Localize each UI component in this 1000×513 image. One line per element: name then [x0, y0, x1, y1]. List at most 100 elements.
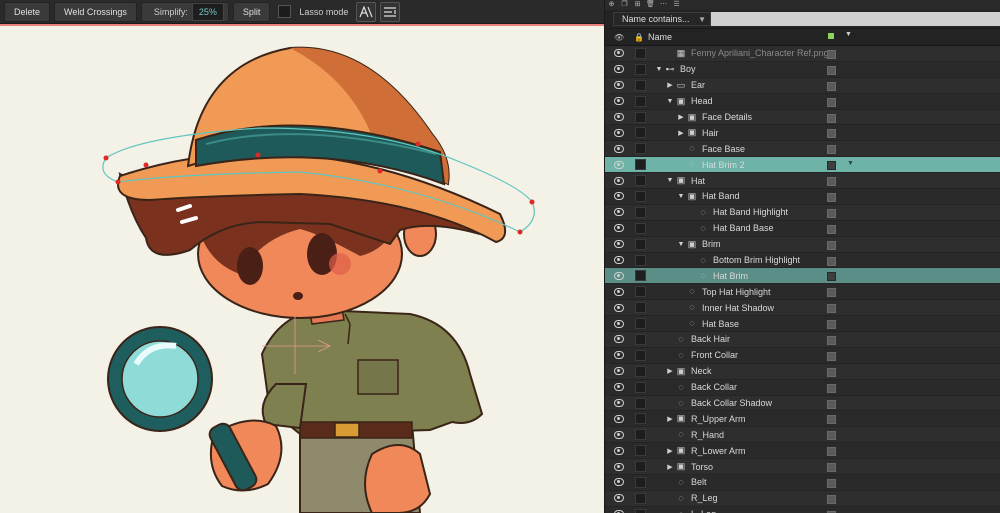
collapse-arrow-icon[interactable]: ▶: [665, 367, 675, 375]
lasso-mode-checkbox[interactable]: [278, 5, 292, 18]
visibility-eye-icon[interactable]: [614, 430, 624, 439]
lock-toggle[interactable]: [635, 381, 646, 393]
visibility-eye-icon[interactable]: [614, 335, 624, 344]
collapse-arrow-icon[interactable]: ▶: [676, 129, 686, 137]
visibility-eye-icon[interactable]: [614, 128, 624, 137]
layer-color-swatch[interactable]: [827, 415, 836, 425]
layer-row[interactable]: ▼ ▣ Hat Band: [605, 189, 1000, 205]
layer-row[interactable]: ▼ ⊷ Boy: [605, 61, 1000, 78]
visibility-eye-icon[interactable]: [614, 303, 624, 312]
visibility-eye-icon[interactable]: [614, 446, 624, 455]
lock-toggle[interactable]: [635, 175, 646, 187]
visibility-eye-icon[interactable]: [614, 81, 624, 90]
lock-toggle[interactable]: [635, 143, 646, 155]
collapse-arrow-icon[interactable]: ▶: [665, 447, 675, 455]
layer-row[interactable]: ▶ ▣ Neck: [605, 363, 1000, 380]
visibility-eye-icon[interactable]: [614, 97, 624, 106]
expand-arrow-icon[interactable]: ▼: [676, 193, 686, 200]
visibility-eye-icon[interactable]: [614, 367, 624, 376]
drawing-canvas[interactable]: [0, 24, 604, 513]
lock-toggle[interactable]: [635, 397, 646, 409]
collapse-arrow-icon[interactable]: ▶: [665, 463, 675, 471]
visibility-eye-icon[interactable]: [614, 256, 624, 265]
lock-toggle[interactable]: [635, 254, 646, 266]
layer-color-swatch[interactable]: [827, 145, 836, 155]
path-tool-icon[interactable]: [356, 1, 377, 22]
visibility-eye-icon[interactable]: [614, 160, 624, 169]
layer-color-swatch[interactable]: [827, 208, 836, 218]
layer-row[interactable]: ◌ Hat Band Highlight: [605, 204, 1000, 221]
layer-row[interactable]: ◌ Back Collar: [605, 379, 1000, 396]
lock-toggle[interactable]: [635, 365, 646, 377]
layer-color-swatch[interactable]: [827, 161, 836, 171]
visibility-eye-icon[interactable]: [614, 462, 624, 471]
layer-color-swatch[interactable]: [827, 399, 836, 409]
layer-row[interactable]: ▶ ▭ Ear: [605, 77, 1000, 94]
layer-color-swatch[interactable]: [827, 367, 836, 377]
layer-row[interactable]: ▶ ▣ R_Lower Arm: [605, 443, 1000, 460]
layer-color-swatch[interactable]: [827, 256, 836, 266]
layer-row[interactable]: ▼ ▣ Brim: [605, 236, 1000, 253]
layer-row[interactable]: ◌ Top Hat Highlight: [605, 284, 1000, 301]
layer-color-swatch[interactable]: [827, 494, 836, 504]
layer-color-swatch[interactable]: [827, 288, 836, 298]
layer-row[interactable]: ▶ ▣ Torso: [605, 459, 1000, 476]
lock-toggle[interactable]: [635, 318, 646, 330]
layer-color-swatch[interactable]: [827, 304, 836, 314]
lock-toggle[interactable]: [635, 286, 646, 298]
layer-color-swatch[interactable]: [827, 113, 836, 123]
visibility-eye-icon[interactable]: [614, 65, 624, 74]
layer-row[interactable]: ◌ Back Hair: [605, 332, 1000, 348]
layer-color-swatch[interactable]: [827, 224, 836, 234]
visibility-eye-icon[interactable]: [614, 414, 624, 423]
layer-row[interactable]: ◌ Hat Brim 2 ▼: [605, 157, 1000, 174]
filter-input[interactable]: [711, 12, 1000, 26]
split-button[interactable]: Split: [232, 1, 271, 22]
visibility-eye-icon[interactable]: [614, 319, 624, 328]
lock-toggle[interactable]: [635, 333, 646, 345]
collapse-arrow-icon[interactable]: ▶: [665, 81, 675, 89]
row-options-chevron-icon[interactable]: ▼: [847, 160, 854, 167]
layer-row[interactable]: ◌ Hat Brim: [605, 268, 1000, 285]
layer-row[interactable]: ▼ ▣ Head: [605, 93, 1000, 110]
lock-toggle[interactable]: [635, 508, 646, 513]
lock-toggle[interactable]: [635, 63, 646, 75]
lock-toggle[interactable]: [635, 47, 646, 59]
align-tool-icon[interactable]: [380, 1, 401, 22]
visibility-eye-icon[interactable]: [614, 144, 624, 153]
collapse-arrow-icon[interactable]: ▶: [676, 113, 686, 121]
layer-row[interactable]: ◌ R_Leg: [605, 490, 1000, 507]
layer-row[interactable]: ▦ Fenny Apriliani_Character Ref.png: [605, 46, 1000, 62]
lock-toggle[interactable]: [635, 413, 646, 425]
layer-row[interactable]: ◌ R_Hand: [605, 427, 1000, 444]
layer-color-swatch[interactable]: [827, 431, 836, 441]
visibility-eye-icon[interactable]: [614, 224, 624, 233]
layer-color-swatch[interactable]: [827, 320, 836, 330]
duplicate-layer-icon[interactable]: ❐: [620, 1, 629, 9]
visibility-eye-icon[interactable]: [614, 494, 624, 503]
layer-color-swatch[interactable]: [827, 193, 836, 203]
layer-color-swatch[interactable]: [827, 81, 836, 91]
delete-layer-icon[interactable]: 🗑: [646, 1, 655, 9]
layer-row[interactable]: ◌ Front Collar: [605, 347, 1000, 364]
lock-toggle[interactable]: [635, 476, 646, 488]
layer-color-swatch[interactable]: [827, 129, 836, 139]
simplify-value-field[interactable]: 25%: [191, 2, 224, 21]
layer-color-swatch[interactable]: [827, 447, 836, 457]
layer-color-swatch[interactable]: [827, 383, 836, 393]
visibility-eye-icon[interactable]: [614, 383, 624, 392]
lock-toggle[interactable]: [635, 492, 646, 504]
layer-row[interactable]: ◌ Back Collar Shadow: [605, 395, 1000, 412]
layer-color-swatch[interactable]: [827, 272, 836, 282]
more-options-icon[interactable]: ⋯: [659, 1, 668, 9]
layer-color-swatch[interactable]: [827, 351, 836, 361]
lock-toggle[interactable]: [635, 127, 646, 139]
lock-toggle[interactable]: [635, 445, 646, 457]
layer-row[interactable]: ◌ Hat Base: [605, 316, 1000, 333]
lock-toggle[interactable]: [635, 461, 646, 473]
filter-dropdown[interactable]: Name contains... ▼: [613, 12, 711, 26]
lock-toggle[interactable]: [635, 95, 646, 107]
layer-row[interactable]: ◌ Bottom Brim Highlight: [605, 252, 1000, 269]
visibility-eye-icon[interactable]: [614, 271, 624, 280]
layer-color-swatch[interactable]: [827, 240, 836, 250]
